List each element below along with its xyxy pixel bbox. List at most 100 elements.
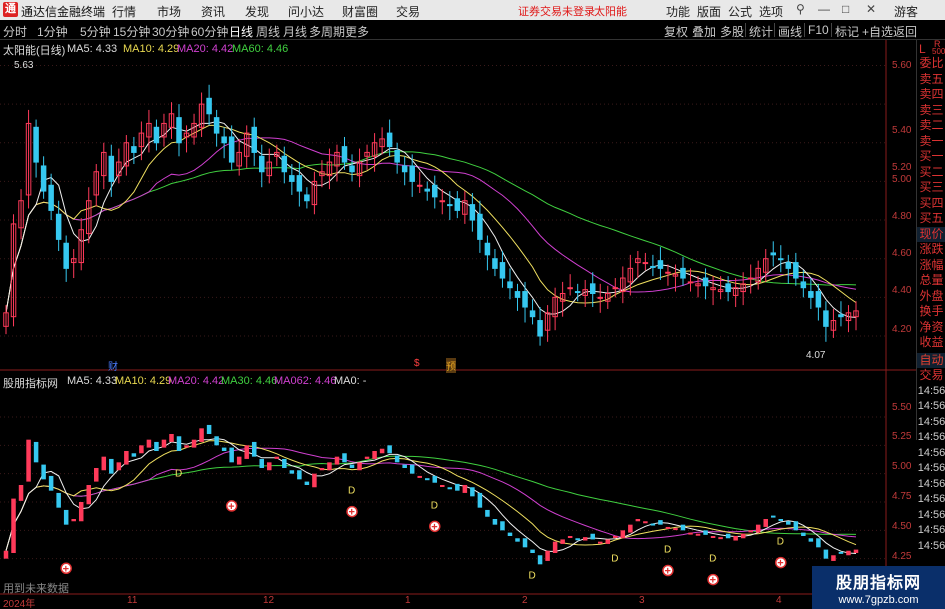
close-icon[interactable]: ✕: [866, 2, 876, 16]
upper-axis-label: 4.40: [892, 285, 912, 296]
overlay-button[interactable]: 叠加: [692, 23, 716, 40]
draw-line-button[interactable]: 画线: [778, 23, 802, 40]
menu-hangqing[interactable]: 行情: [112, 3, 136, 20]
side-quote-item[interactable]: 买四: [917, 196, 945, 212]
side-auto-label[interactable]: 自动: [917, 352, 945, 368]
lower-candle-body: [507, 532, 513, 536]
back-button[interactable]: 返回: [893, 23, 917, 40]
tab-monthly[interactable]: 月线: [283, 23, 307, 40]
candle-body: [537, 320, 543, 337]
side-time-item: 14:56: [917, 400, 945, 412]
lower-candle-body: [327, 462, 332, 471]
app-logo-icon: 通: [3, 2, 18, 17]
side-quote-item[interactable]: 卖二: [917, 118, 945, 134]
lower-ma0-value: MA0: -: [334, 375, 367, 387]
side-quote-item[interactable]: 收益: [917, 335, 945, 351]
side-quote-item[interactable]: 换手: [917, 304, 945, 320]
candle-body: [492, 258, 498, 269]
tab-1min[interactable]: 1分钟: [37, 23, 68, 40]
tab-more[interactable]: 更多: [345, 23, 369, 40]
candle-body: [349, 165, 355, 173]
menu-xuanxiang[interactable]: 选项: [759, 3, 783, 20]
side-time-item: 14:56: [917, 508, 945, 521]
login-warning[interactable]: 证券交易未登录: [518, 3, 595, 19]
signal-d-mark: D: [777, 537, 784, 548]
lower-candle-body: [522, 538, 528, 548]
add-watchlist-button[interactable]: +自选: [862, 23, 893, 40]
candle-body: [153, 126, 160, 144]
candle-body: [296, 175, 303, 192]
tab-60min[interactable]: 60分钟: [191, 23, 228, 40]
candle-body: [665, 271, 671, 274]
side-quote-item[interactable]: 买二: [917, 165, 945, 181]
menu-gongneng[interactable]: 功能: [666, 3, 690, 20]
side-quote-item[interactable]: 卖三: [917, 103, 945, 119]
f10-button[interactable]: F10: [808, 23, 829, 37]
dividend-event-mark[interactable]: $: [414, 358, 420, 369]
side-quote-item[interactable]: 卖五: [917, 72, 945, 88]
stats-button[interactable]: 统计: [749, 23, 773, 40]
guest-label[interactable]: 游客: [894, 3, 918, 20]
lower-candle-body: [725, 533, 731, 539]
signal-plus-mark: +: [777, 558, 783, 570]
side-quote-item[interactable]: 净资: [917, 320, 945, 336]
maximize-icon[interactable]: □: [842, 2, 849, 16]
kline-chart[interactable]: D D D D D D D D + + + + + + +: [0, 40, 945, 609]
side-quote-item[interactable]: 涨跌: [917, 242, 945, 258]
menu-shichang[interactable]: 市场: [157, 3, 181, 20]
side-corner[interactable]: L R 500: [917, 39, 945, 56]
mark-button[interactable]: 标记: [835, 23, 859, 40]
multi-stock-button[interactable]: 多股: [720, 23, 744, 40]
menu-faxian[interactable]: 发现: [245, 3, 269, 20]
tab-multi-period[interactable]: 多周期: [309, 23, 345, 40]
lower-candle-body: [771, 515, 776, 518]
side-quote-item[interactable]: 委比: [917, 56, 945, 72]
minimize-icon[interactable]: —: [818, 2, 830, 16]
tab-weekly[interactable]: 周线: [256, 23, 280, 40]
side-quote-item[interactable]: 买三: [917, 180, 945, 196]
side-quote-item[interactable]: 涨幅: [917, 258, 945, 274]
candle-body: [477, 213, 483, 240]
tab-30min[interactable]: 30分钟: [152, 23, 189, 40]
menu-banmian[interactable]: 版面: [697, 3, 721, 20]
search-icon[interactable]: ⚲: [796, 2, 805, 16]
tab-daily[interactable]: 日线: [229, 23, 253, 40]
upper-axis-label: 4.80: [892, 211, 912, 222]
signal-d-mark: D: [709, 554, 716, 565]
side-quote-item[interactable]: 总量: [917, 273, 945, 289]
menu-wenxiaoda[interactable]: 问小达: [288, 3, 324, 20]
side-quote-item[interactable]: 买一: [917, 149, 945, 165]
lower-pane-title[interactable]: 股朋指标网: [3, 375, 58, 391]
candle-body: [108, 155, 115, 182]
lower-candle-body: [552, 541, 558, 553]
tab-fenshi[interactable]: 分时: [3, 23, 27, 40]
candle-body: [439, 200, 446, 203]
lower-candle-body: [357, 462, 362, 471]
upper-pane-title[interactable]: 太阳能(日线): [3, 42, 65, 58]
upper-ma10-value: MA10: 4.29: [123, 43, 180, 55]
menu-gongshi[interactable]: 公式: [728, 3, 752, 20]
signal-plus-mark: +: [710, 575, 716, 587]
lower-candle-body: [3, 550, 9, 559]
lower-candle-body: [417, 475, 422, 478]
side-quote-item[interactable]: 现价: [917, 226, 945, 242]
side-quote-item[interactable]: 卖一: [917, 134, 945, 150]
side-trade-label[interactable]: 交易: [917, 368, 945, 384]
chart-area[interactable]: D D D D D D D D + + + + + + + 太阳能(日线) MA5: 4.33 MA10: …: [0, 40, 945, 609]
tab-5min[interactable]: 5分钟: [80, 23, 111, 40]
side-quote-item[interactable]: 买五: [917, 211, 945, 227]
lower-ma30-value: MA30: 4.46: [221, 375, 278, 387]
side-corner-left[interactable]: L: [919, 42, 926, 56]
menu-jiaoyi[interactable]: 交易: [396, 3, 420, 20]
tab-15min[interactable]: 15分钟: [113, 23, 150, 40]
finance-event-mark[interactable]: 财: [108, 358, 118, 373]
side-quote-item[interactable]: 卖四: [917, 87, 945, 103]
candle-body: [401, 165, 408, 173]
forecast-event-mark[interactable]: 预: [446, 358, 456, 373]
candle-body: [289, 175, 295, 182]
fuquan-button[interactable]: 复权: [664, 23, 688, 40]
menu-zixun[interactable]: 资讯: [201, 3, 225, 20]
side-quote-item[interactable]: 外盘: [917, 289, 945, 305]
menu-caifuquan[interactable]: 财富圈: [342, 3, 378, 20]
lower-candle-body: [161, 439, 167, 448]
